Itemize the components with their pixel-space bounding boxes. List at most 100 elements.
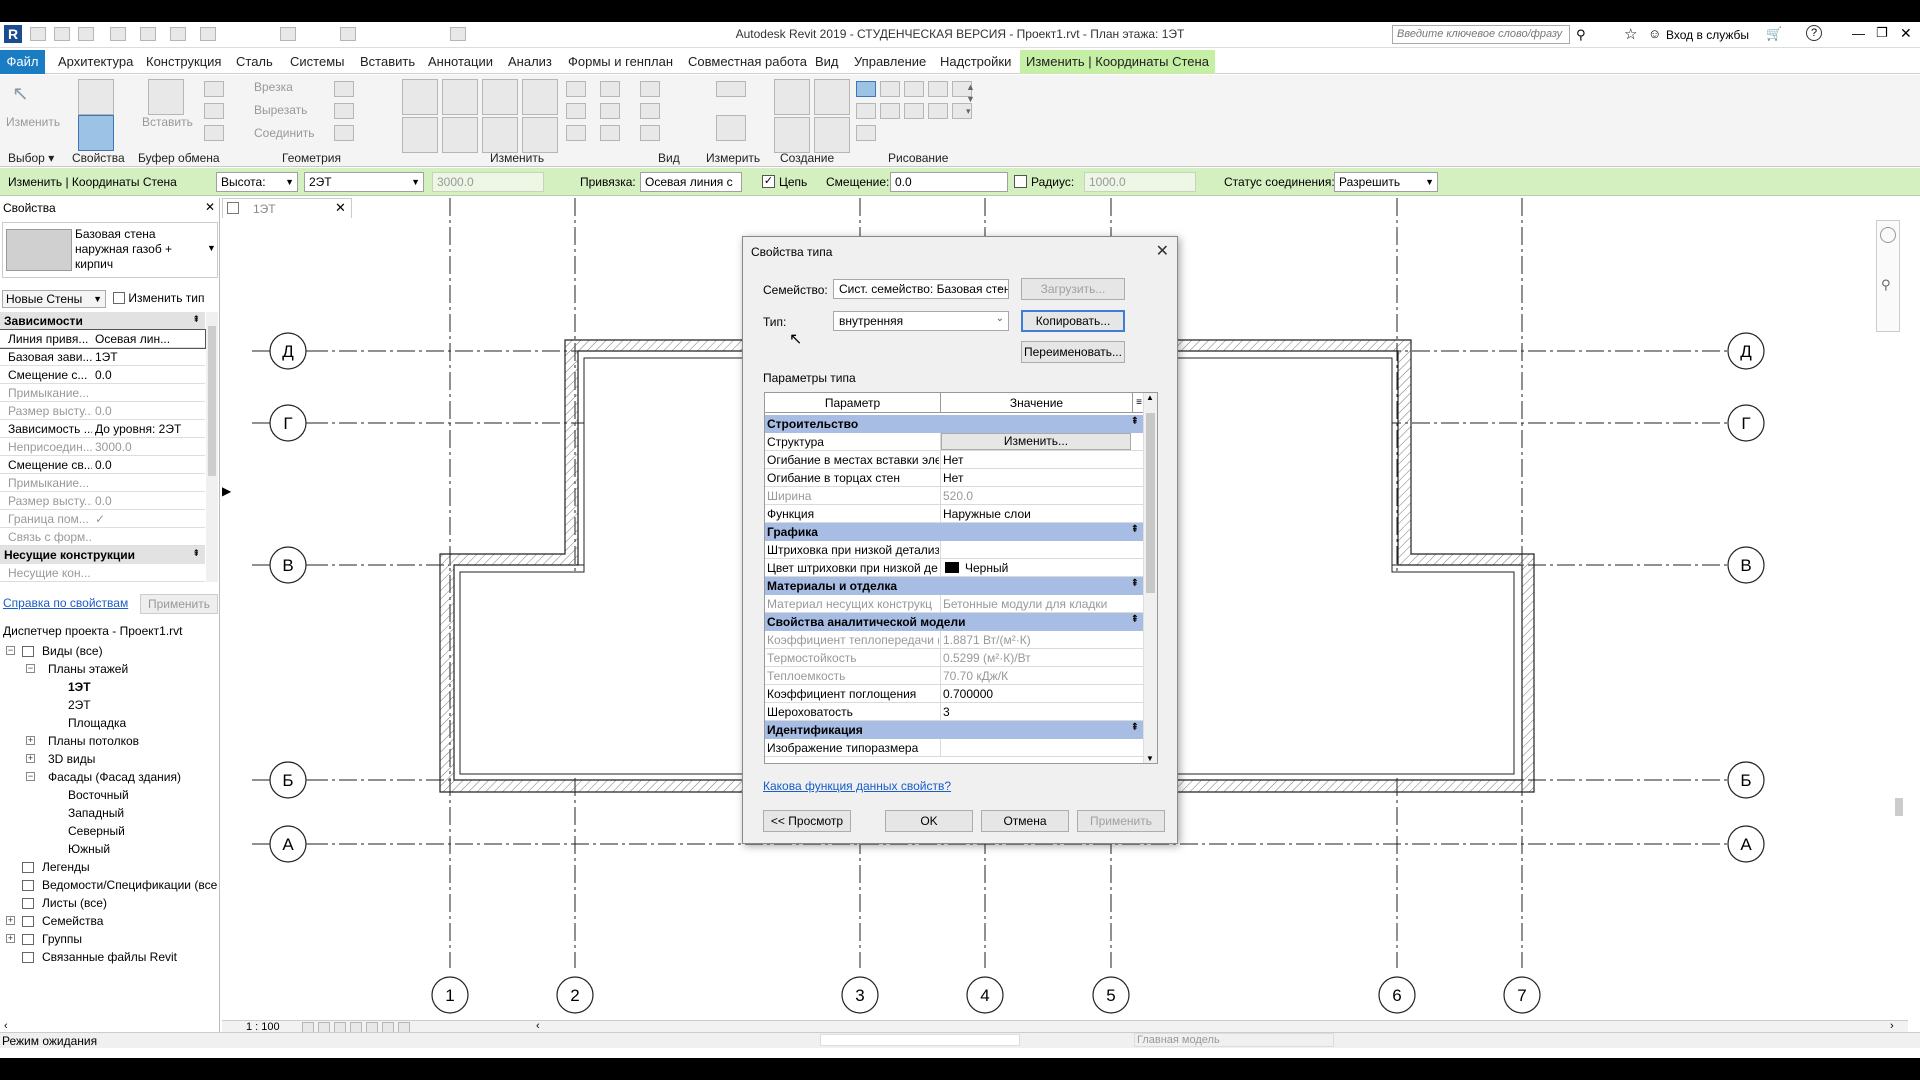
scroll-left-view-icon[interactable]: ‹ [536,1020,540,1032]
cancel-button[interactable]: Отмена [981,810,1069,832]
expand-icon[interactable]: + [26,754,35,763]
structure-edit-button[interactable]: Изменить... [941,433,1131,450]
offset-input[interactable]: 0.0 [890,172,1008,192]
browser-item[interactable]: Южный [68,842,110,856]
properties-help-link-dialog[interactable]: Какова функция данных свойств? [763,779,951,793]
prop-row[interactable]: Размер высту... 0.0 [0,492,205,510]
rotate-icon[interactable] [482,117,518,153]
cut-label[interactable]: Врезка [254,80,293,94]
prop-row[interactable]: Базовая зави... 1ЭТ [0,348,205,366]
browser-item[interactable]: Ведомости/Спецификации (все [42,878,217,892]
view-tab-close-icon[interactable]: ✕ [335,200,346,216]
scroll-left-icon[interactable]: ‹ [4,1020,8,1032]
pick-lines-icon[interactable] [856,125,876,141]
prop-row[interactable]: Граница пом... ✓ [0,510,205,528]
duplicate-button[interactable]: Копировать... [1021,310,1125,332]
signin-link[interactable]: Вход в службы [1666,28,1749,42]
view-tool-1-icon[interactable] [640,81,660,97]
cope-icon[interactable] [204,81,224,97]
create-similar-icon[interactable] [774,79,810,115]
ok-button[interactable]: OK [885,810,973,832]
param-row[interactable]: Коэффициент теплопередачи (1.8871 Вт/(м²… [765,631,1143,649]
draw-arc-2-icon[interactable] [880,103,900,119]
tab-file[interactable]: Файл [0,50,45,74]
modify-cursor-icon[interactable]: ↖ [12,81,48,117]
pin-icon[interactable] [600,81,620,97]
browser-item[interactable]: Западный [68,806,124,820]
tab-annotate[interactable]: Аннотации [428,54,493,69]
star-icon[interactable]: ☆ [1624,25,1637,43]
rename-button[interactable]: Переименовать... [1021,341,1125,363]
prop-row[interactable]: Примыкание... [0,474,205,492]
height-value-field[interactable]: 3000.0 [432,172,544,192]
split-icon[interactable] [566,125,586,141]
tab-modify-wall[interactable]: Изменить | Координаты Стена [1020,50,1215,74]
join-label[interactable]: Соединить [254,126,315,140]
copy-icon[interactable] [442,117,478,153]
height-dropdown[interactable]: Высота: ▼ [216,172,298,192]
user-icon[interactable]: ☺ [1648,26,1661,41]
cutout-label[interactable]: Вырезать [254,103,307,117]
view-tool-2-icon[interactable] [640,103,660,119]
tab-steel[interactable]: Сталь [236,54,273,69]
param-row[interactable]: Коэффициент поглощения 0.700000 [765,685,1143,703]
view-tab-1et[interactable]: 1ЭТ ✕ [222,198,352,218]
browser-item[interactable]: Листы (все) [42,896,107,910]
param-row[interactable]: Штриховка при низкой детализ [765,541,1143,559]
zoom-icon[interactable]: ⚲ [1881,277,1891,293]
param-group-analytical[interactable]: Свойства аналитической модели ⇞ [765,613,1143,631]
model-field[interactable]: Главная модель [1134,1033,1334,1047]
edit-type-button[interactable]: Изменить тип [110,290,214,308]
close-icon[interactable]: ✕ [1900,25,1912,42]
cart-icon[interactable]: 🛒 [1766,26,1782,42]
geometry-tool-1-icon[interactable] [334,81,354,97]
snap-dropdown[interactable]: Осевая линия с [640,172,742,192]
browser-item[interactable]: 2ЭТ [68,698,91,712]
draw-gallery-scroll-icon[interactable]: ▲ ▼ ▾ [966,81,975,117]
param-row[interactable]: Ширина 520.0 [765,487,1143,505]
param-group-identity[interactable]: Идентификация ⇞ [765,721,1143,739]
scroll-right-icon[interactable]: › [1890,1020,1894,1032]
create-assembly-icon[interactable] [814,117,850,153]
browser-item[interactable]: 1ЭТ [68,680,91,694]
radius-checkbox[interactable] [1014,175,1027,188]
group-structural[interactable]: Несущие конструкции ⇞ [0,546,205,564]
prop-row[interactable]: Смещение св... 0.0 [0,456,205,474]
offset-icon[interactable] [442,79,478,115]
browser-item[interactable]: Легенды [42,860,90,874]
dimension-icon[interactable] [716,115,746,141]
param-row[interactable]: Материал несущих конструкц Бетонные модул… [765,595,1143,613]
prop-row[interactable]: Зависимость ... До уровня: 2ЭТ [0,420,205,438]
prop-row[interactable]: Связь с форм... [0,528,205,546]
preview-button[interactable]: << Просмотр [763,810,851,832]
draw-arc-3-icon[interactable] [904,103,924,119]
param-group-graphics[interactable]: Графика ⇞ [765,523,1143,541]
tab-manage[interactable]: Управление [854,54,926,69]
draw-arc-1-icon[interactable] [856,103,876,119]
collapse-icon[interactable]: − [6,646,15,655]
binoculars-icon[interactable]: ⚲ [1576,27,1586,43]
family-dropdown[interactable]: Сист. семейство: Базовая стена ⌄ [833,279,1009,299]
tab-collaborate[interactable]: Совместная работа [688,54,807,69]
expand-icon[interactable]: + [6,934,15,943]
type-selector[interactable]: Базовая стена наружная газоб + кирпич ▼ [2,222,218,278]
mirror-icon[interactable] [482,79,518,115]
tab-view[interactable]: Вид [815,54,839,69]
scale-icon[interactable] [566,103,586,119]
create-group-icon[interactable] [774,117,810,153]
browser-item[interactable]: Северный [68,824,125,838]
draw-circle-icon[interactable] [928,81,948,97]
move-icon[interactable] [402,117,438,153]
tab-structure[interactable]: Конструкция [146,54,221,69]
properties-apply-button[interactable]: Применить [140,594,218,614]
view-tool-3-icon[interactable] [640,125,660,141]
level-dropdown[interactable]: 2ЭТ ▼ [304,172,424,192]
mirror-draw-icon[interactable] [522,79,558,115]
draw-rect-icon[interactable] [880,81,900,97]
radius-input[interactable]: 1000.0 [1084,172,1196,192]
prop-row[interactable]: Примыкание... [0,384,205,402]
draw-polygon-icon[interactable] [904,81,924,97]
chain-checkbox[interactable]: ✓ [762,175,775,188]
restore-icon[interactable]: ❐ [1876,25,1888,41]
type-properties-icon[interactable] [78,79,114,115]
